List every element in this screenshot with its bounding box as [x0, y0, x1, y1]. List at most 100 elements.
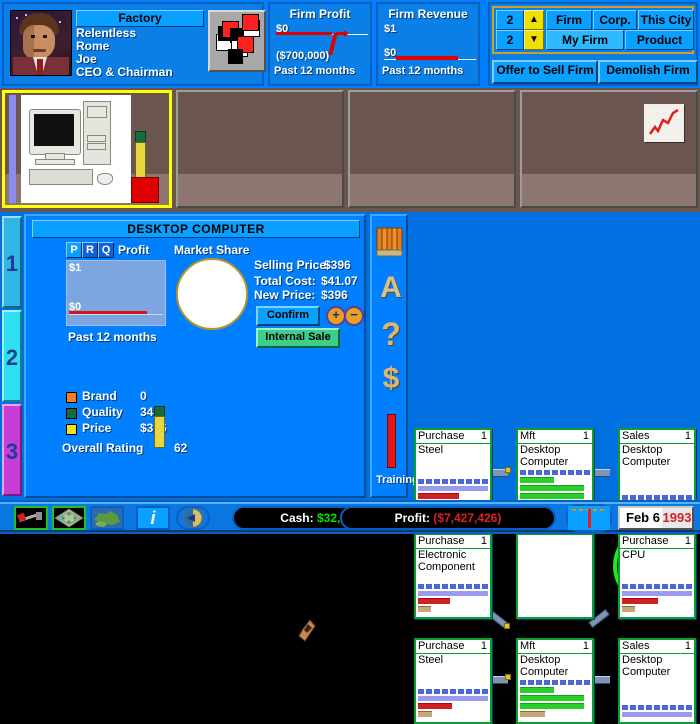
unit-bars [622, 705, 692, 719]
filter-product-button[interactable]: Product [625, 30, 694, 50]
info-icon[interactable]: i [136, 506, 170, 530]
unit-bar-dash [520, 470, 590, 475]
speed-slider-icon[interactable] [566, 504, 612, 532]
unit-card[interactable]: Sales 1 Desktop Computer [618, 638, 696, 724]
framed-chart-picture [644, 104, 684, 142]
unit-product: Desktop Computer [622, 444, 671, 468]
toggle-profit-button[interactable]: P [66, 242, 82, 258]
scope-firm-button[interactable]: Firm [546, 10, 592, 30]
scope-this-city-button[interactable]: This City [638, 10, 694, 30]
toggle-quantity-button[interactable]: Q [98, 242, 114, 258]
unit-card[interactable]: Purchase 1 Steel [414, 638, 492, 724]
unit-product: Desktop Computer [622, 654, 671, 678]
unit-product: Desktop Computer [520, 444, 569, 468]
capitalism-game-window: Factory Relentless Rome Joe CEO & Chairm… [0, 0, 700, 724]
plus-circle-icon[interactable]: + [326, 306, 346, 326]
unit-bars [520, 680, 590, 719]
unit-type: Mft [520, 640, 536, 652]
total-cost-value: $41.07 [321, 274, 358, 288]
brand-value: 0 [140, 389, 147, 403]
product-detail-panel: DESKTOP COMPUTER P R Q Profit Market Sha… [24, 214, 366, 498]
quality-value: 34 [140, 405, 154, 419]
unit-bar-pur [622, 712, 692, 717]
internal-sale-button[interactable]: Internal Sale [256, 328, 340, 348]
toggle-revenue-button[interactable]: R [82, 242, 98, 258]
firm-title[interactable]: Factory [76, 10, 204, 27]
unit-type: Sales [622, 430, 650, 442]
inventory-books-icon[interactable] [376, 224, 406, 262]
floor-bay-4[interactable] [520, 90, 698, 208]
training-bar-icon[interactable] [376, 414, 406, 470]
minus-circle-icon[interactable]: − [344, 306, 364, 326]
floor-tab-1[interactable]: 1 [2, 216, 22, 308]
ceo-role: CEO & Chairman [76, 65, 173, 79]
floor-bay-2[interactable] [176, 90, 344, 208]
unit-number: 1 [582, 640, 589, 652]
rating-meter-icon [154, 406, 165, 448]
info-glyph: i [150, 508, 156, 528]
floor-tab-2[interactable]: 2 [2, 310, 22, 402]
unit-bars [418, 689, 488, 719]
profit-footer: Past 12 months [274, 65, 356, 77]
unit-number: 1 [480, 535, 487, 547]
unit-bar-grn [520, 485, 585, 491]
advertising-a-icon[interactable]: A [376, 272, 406, 308]
unit-bar-tan [622, 606, 635, 612]
firm-profit-graph-panel[interactable]: Firm Profit $0 ($700,000) Past 12 months [268, 2, 372, 86]
triangle-down-icon[interactable]: ▼ [524, 30, 544, 50]
brand-swatch-icon [66, 392, 77, 403]
factory-tool-rail: A ? $ Training [370, 214, 419, 498]
unit-card-empty[interactable] [516, 533, 594, 619]
market-share-pie [176, 258, 248, 330]
factory-floor-view [0, 88, 700, 212]
profit-mini-chart: $1 $0 [66, 260, 166, 326]
triangle-up-icon[interactable]: ▲ [524, 10, 544, 30]
revenue-bottom-label: $0 [384, 47, 397, 59]
offer-to-sell-firm-button[interactable]: Offer to Sell Firm [492, 60, 598, 84]
confirm-button[interactable]: Confirm [256, 306, 320, 326]
firm-profit-title: Firm Profit [289, 7, 351, 21]
filter-my-firm-button[interactable]: My Firm [546, 30, 624, 50]
dollar-sign-icon[interactable]: $ [376, 362, 406, 398]
unit-type: Purchase [418, 640, 465, 652]
firm-revenue-title: Firm Revenue [388, 7, 468, 21]
unit-product: CPU [622, 549, 646, 561]
firm-revenue-plot: $1 $0 [382, 23, 476, 65]
date-month: Feb 6 [626, 510, 660, 525]
city-map-icon[interactable] [52, 506, 86, 530]
build-tool-icon[interactable] [14, 506, 48, 530]
unit-bar-tan [418, 711, 432, 717]
cubes-logo[interactable] [208, 10, 266, 72]
unit-bar-grn [520, 493, 585, 499]
unit-bar-pur [418, 696, 488, 701]
price-label: Price [82, 421, 112, 435]
chart-top-label: $1 [69, 262, 82, 274]
demolish-firm-button[interactable]: Demolish Firm [598, 60, 698, 84]
unit-type: Purchase [418, 535, 465, 547]
firm-revenue-graph-panel[interactable]: Firm Revenue $1 $0 Past 12 months [376, 2, 480, 86]
floor-tab-3[interactable]: 3 [2, 404, 22, 496]
training-label: Training [376, 474, 419, 486]
question-mark-icon[interactable]: ? [376, 316, 406, 354]
back-clock-icon[interactable] [176, 506, 210, 530]
unit-bar-tan [418, 606, 431, 612]
quality-swatch-icon [66, 408, 77, 419]
floor-bay-3[interactable] [348, 90, 516, 208]
unit-header: Sales 1 [620, 640, 694, 654]
selling-price-value: $396 [324, 258, 351, 272]
pipe-joint [504, 623, 510, 629]
unit-card[interactable]: Purchase 1 Electronic Component [414, 533, 492, 619]
unit-header: Mft 1 [518, 430, 592, 444]
game-date[interactable]: Feb 6 1993 [618, 506, 694, 530]
scope-corp-button[interactable]: Corp. [593, 10, 637, 30]
unit-card[interactable]: Mft 1 Desktop Computer [516, 638, 594, 724]
unit-type: Purchase [418, 430, 465, 442]
unit-card[interactable]: Purchase 1 CPU [618, 533, 696, 619]
unit-header: Purchase 1 [416, 640, 490, 654]
world-map-icon[interactable] [90, 506, 124, 530]
profit-value: ($7,427,426) [433, 511, 502, 525]
floor-bay-1[interactable] [2, 90, 172, 208]
product-quality-meter [135, 131, 146, 179]
unit-bar-red [418, 493, 459, 499]
unit-bar-tan [520, 711, 546, 717]
